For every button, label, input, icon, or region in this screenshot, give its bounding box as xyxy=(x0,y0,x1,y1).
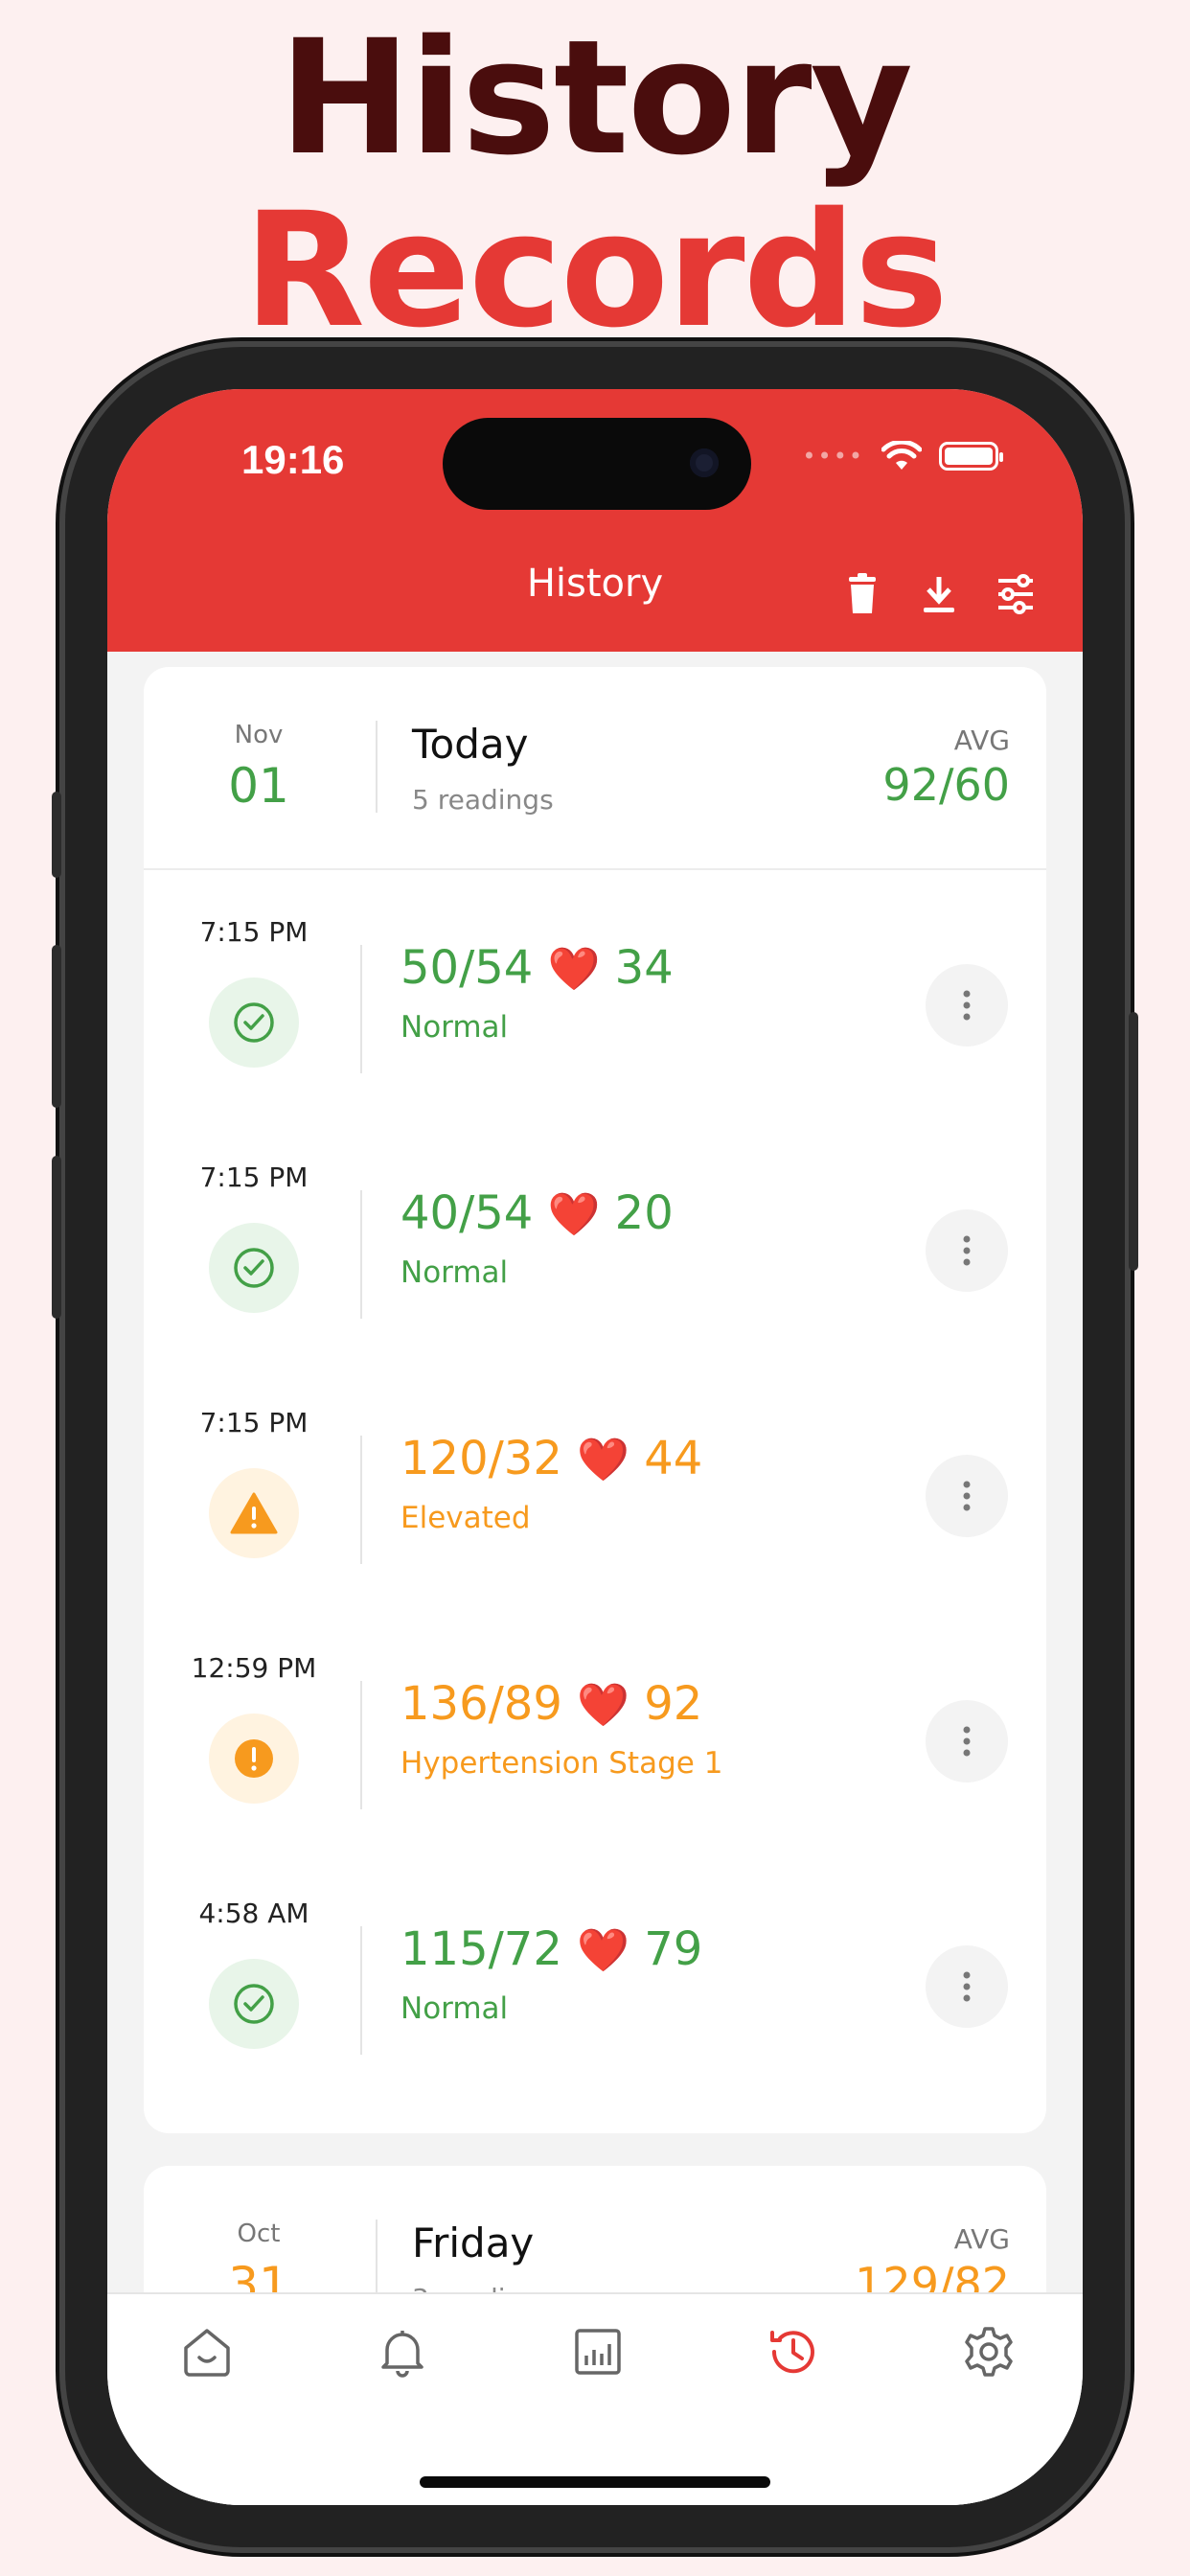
pulse-value: 34 xyxy=(614,941,674,995)
reading-time: 7:15 PM xyxy=(199,916,309,948)
more-options-button[interactable] xyxy=(926,1945,1008,2028)
group-day-name: Friday xyxy=(412,2220,535,2266)
reading-values: 40/54 ❤️ 20 xyxy=(400,1186,674,1240)
status-time: 19:16 xyxy=(241,437,345,482)
more-vertical-icon xyxy=(963,1726,971,1757)
bp-value: 115/72 xyxy=(400,1922,562,1976)
power-button xyxy=(1129,1012,1138,1271)
reading-values: 136/89 ❤️ 92 xyxy=(400,1677,702,1731)
reading-time: 7:15 PM xyxy=(199,1162,309,1193)
mute-switch xyxy=(52,792,61,878)
tab-home[interactable] xyxy=(178,2323,236,2380)
reading-time: 12:59 PM xyxy=(191,1652,317,1684)
settings-icon xyxy=(965,2327,1013,2377)
reading-row[interactable]: 12:59 PM 136/89 ❤️ 92 Hypertension Stage… xyxy=(144,1604,1046,1850)
header-bar: 19:16 •••• History xyxy=(107,389,1083,652)
group-day: 01 xyxy=(228,758,289,814)
check-circle-icon xyxy=(209,1223,299,1313)
dynamic-island xyxy=(443,418,751,510)
promo-headline-line2: Records xyxy=(243,178,949,362)
group-month: Oct xyxy=(237,2220,281,2248)
pulse-value: 92 xyxy=(644,1677,703,1731)
divider xyxy=(360,945,362,1073)
bp-value: 50/54 xyxy=(400,941,534,995)
heart-icon: ❤️ xyxy=(577,1681,629,1730)
more-options-button[interactable] xyxy=(926,1455,1008,1537)
reading-category: Hypertension Stage 1 xyxy=(400,1746,723,1781)
group-day-name: Today xyxy=(412,721,529,768)
divider xyxy=(360,1681,362,1809)
reading-time: 4:58 AM xyxy=(198,1898,309,1929)
more-options-button[interactable] xyxy=(926,964,1008,1046)
volume-down-button xyxy=(52,1156,61,1319)
promo-headline-line1: History xyxy=(278,6,913,190)
tab-history[interactable] xyxy=(765,2323,822,2380)
pulse-value: 44 xyxy=(644,1432,703,1485)
trash-icon[interactable] xyxy=(843,573,881,615)
tab-settings[interactable] xyxy=(960,2323,1018,2380)
heart-icon: ❤️ xyxy=(577,1436,629,1484)
pulse-value: 79 xyxy=(644,1922,703,1976)
reading-row[interactable]: 7:15 PM 120/32 ❤️ 44 Elevated xyxy=(144,1359,1046,1604)
group-month: Nov xyxy=(234,721,284,749)
history-icon xyxy=(770,2331,814,2374)
reading-values: 50/54 ❤️ 34 xyxy=(400,941,674,995)
bp-value: 136/89 xyxy=(400,1677,562,1731)
avg-label: AVG xyxy=(953,724,1010,756)
reading-row[interactable]: 4:58 AM 115/72 ❤️ 79 Normal xyxy=(144,1850,1046,2095)
battery-icon xyxy=(939,442,1003,471)
bp-value: 120/32 xyxy=(400,1432,562,1485)
reading-values: 120/32 ❤️ 44 xyxy=(400,1432,702,1485)
reading-time: 7:15 PM xyxy=(199,1407,309,1438)
home-indicator xyxy=(420,2476,770,2488)
reading-row[interactable]: 7:15 PM 40/54 ❤️ 20 Normal xyxy=(144,1114,1046,1359)
bell-icon xyxy=(381,2331,423,2378)
tab-bar xyxy=(107,2292,1083,2505)
more-vertical-icon xyxy=(963,1481,971,1511)
filter-sliders-icon[interactable] xyxy=(996,573,1035,615)
app-screen: 19:16 •••• History Nov 01 Today 5 readin… xyxy=(107,389,1083,2505)
bp-value: 40/54 xyxy=(400,1186,534,1240)
divider xyxy=(360,1436,362,1564)
more-vertical-icon xyxy=(963,1235,971,1266)
more-options-button[interactable] xyxy=(926,1700,1008,1782)
reading-category: Normal xyxy=(400,1255,509,1290)
status-icons: •••• xyxy=(802,441,1003,472)
tab-reminders[interactable] xyxy=(374,2323,431,2380)
more-vertical-icon xyxy=(963,1971,971,2002)
reading-category: Normal xyxy=(400,1010,509,1045)
divider xyxy=(376,721,378,813)
home-icon xyxy=(184,2329,230,2377)
pulse-value: 20 xyxy=(614,1186,674,1240)
group-readings-count: 5 readings xyxy=(412,784,554,816)
more-vertical-icon xyxy=(963,990,971,1021)
volume-up-button xyxy=(52,945,61,1108)
day-group-card: Nov 01 Today 5 readings AVG 92/60 7:15 P… xyxy=(144,667,1046,2133)
reading-category: Elevated xyxy=(400,1501,531,1535)
tab-statistics[interactable] xyxy=(569,2323,627,2380)
divider xyxy=(360,1926,362,2055)
day-group-header: Nov 01 Today 5 readings AVG 92/60 xyxy=(144,667,1046,870)
avg-label: AVG xyxy=(953,2223,1010,2255)
wifi-icon xyxy=(881,441,922,470)
phone-frame: 19:16 •••• History Nov 01 Today 5 readin… xyxy=(52,341,1138,2553)
warning-triangle-icon xyxy=(209,1468,299,1558)
camera-icon xyxy=(690,448,719,477)
heart-icon: ❤️ xyxy=(547,945,601,994)
check-circle-icon xyxy=(209,978,299,1068)
exclamation-circle-icon xyxy=(209,1714,299,1804)
reading-category: Normal xyxy=(400,1991,509,2026)
check-circle-icon xyxy=(209,1959,299,2049)
download-icon[interactable] xyxy=(920,573,958,615)
heart-icon: ❤️ xyxy=(577,1926,629,1975)
reading-row[interactable]: 7:15 PM 50/54 ❤️ 34 Normal xyxy=(144,868,1046,1114)
reading-values: 115/72 ❤️ 79 xyxy=(400,1922,702,1976)
avg-value: 92/60 xyxy=(882,759,1010,811)
divider xyxy=(360,1190,362,1319)
signal-dots-icon: •••• xyxy=(802,443,864,470)
more-options-button[interactable] xyxy=(926,1209,1008,1292)
heart-icon: ❤️ xyxy=(547,1190,601,1239)
chart-icon xyxy=(575,2329,621,2375)
